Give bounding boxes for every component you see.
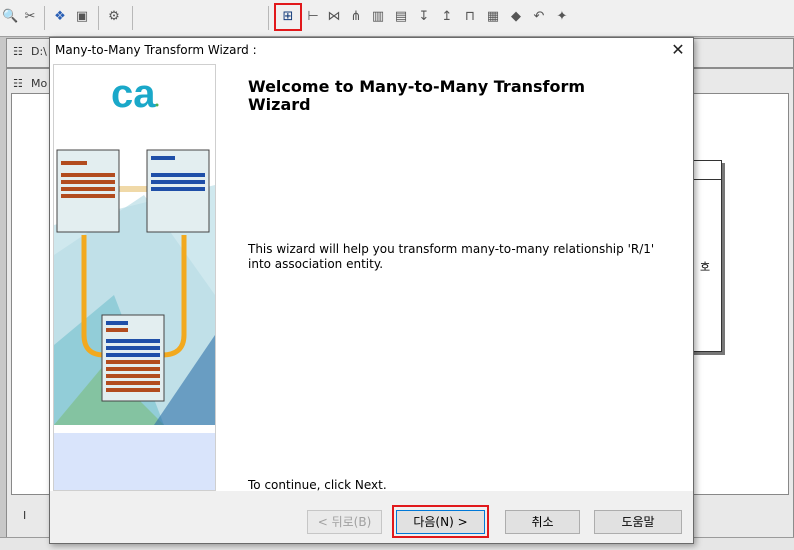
card-row-bar <box>106 339 160 343</box>
dialog-title: Many-to-Many Transform Wizard : <box>55 43 257 57</box>
toolbar-separator <box>44 6 45 30</box>
merge-icon[interactable]: ⊓ <box>462 9 478 25</box>
toolbar-separator <box>268 6 269 30</box>
continue-instruction: To continue, click Next. <box>248 478 387 492</box>
entity-divider <box>691 179 721 180</box>
card-row-bar <box>106 381 160 385</box>
help-button[interactable]: 도움말 <box>594 510 682 534</box>
pane1-tab-label: D:\ <box>31 45 47 58</box>
close-icon[interactable]: ✕ <box>669 41 687 59</box>
next-highlight-box <box>392 505 489 538</box>
pane-icon: ☷ <box>13 77 23 90</box>
side-panel-footer <box>54 433 215 490</box>
clipboard-icon[interactable]: ▣ <box>74 9 90 25</box>
card-header-bar <box>106 328 128 332</box>
card-row-bar <box>106 360 160 364</box>
card-row-bar <box>61 173 115 177</box>
wizard-illustration: ca <box>54 72 215 425</box>
transform-icon[interactable]: ⚙ <box>106 9 122 25</box>
card-row-bar <box>106 374 160 378</box>
wizard-content: ca Welcome to Many-to-Many Transform Wiz… <box>50 62 693 492</box>
report-icon[interactable]: ▦ <box>485 9 501 25</box>
ca-logo: ca <box>111 72 156 116</box>
link-icon[interactable]: ⋔ <box>348 9 364 25</box>
card-row-bar <box>106 388 160 392</box>
card-row-bar <box>151 180 205 184</box>
card-header-bar <box>106 321 128 325</box>
pane-icon: ☷ <box>13 45 23 58</box>
split-icon[interactable]: ⋈ <box>326 9 342 25</box>
wizard-heading: Welcome to Many-to-Many Transform Wizard <box>248 77 586 114</box>
toolbar-separator <box>98 6 99 30</box>
pane2-tab-label: Mo <box>31 77 48 90</box>
entity-box[interactable]: 호 <box>690 160 722 352</box>
card-row-bar <box>106 346 160 350</box>
bottom-tab-label[interactable]: I <box>23 509 26 522</box>
cancel-button[interactable]: 취소 <box>505 510 580 534</box>
card-row-bar <box>61 187 115 191</box>
card-header-bar <box>151 156 175 160</box>
main-toolbar: 🔍 ✂ ❖ ▣ ⚙ ⊞ ⊢ ⋈ ⋔ ▥ ▤ ↧ ↥ ⊓ ▦ ◆ ↶ ✦ <box>0 0 794 37</box>
dialog-titlebar[interactable]: Many-to-Many Transform Wizard : ✕ <box>50 38 693 62</box>
gear-icon[interactable]: ✦ <box>554 9 570 25</box>
diamond-icon[interactable]: ◆ <box>508 9 524 25</box>
card-row-bar <box>61 180 115 184</box>
sort-up-icon[interactable]: ↥ <box>439 9 455 25</box>
card-row-bar <box>151 187 205 191</box>
columns-icon[interactable]: ▥ <box>370 9 386 25</box>
highlight-box <box>274 3 302 31</box>
card-row-bar <box>106 367 160 371</box>
zoom-icon[interactable]: 🔍 <box>2 9 18 25</box>
logo-dot <box>155 103 159 107</box>
rows-icon[interactable]: ▤ <box>393 9 409 25</box>
wizard-dialog: Many-to-Many Transform Wizard : ✕ ca Wel… <box>49 37 694 544</box>
card-row-bar <box>106 353 160 357</box>
tree-icon[interactable]: ⊢ <box>305 9 321 25</box>
card-row-bar <box>151 173 205 177</box>
wizard-description: This wizard will help you transform many… <box>248 242 655 271</box>
entity-text: 호 <box>698 261 711 272</box>
card-row-bar <box>61 194 115 198</box>
sort-down-icon[interactable]: ↧ <box>416 9 432 25</box>
undo-icon[interactable]: ↶ <box>531 9 547 25</box>
card-header-bar <box>61 161 87 165</box>
cut-icon[interactable]: ✂ <box>22 9 38 25</box>
wizard-side-panel: ca <box>53 64 216 491</box>
relationship-icon[interactable]: ❖ <box>52 9 68 25</box>
back-button[interactable]: < 뒤로(B) <box>307 510 382 534</box>
toolbar-separator <box>132 6 133 30</box>
